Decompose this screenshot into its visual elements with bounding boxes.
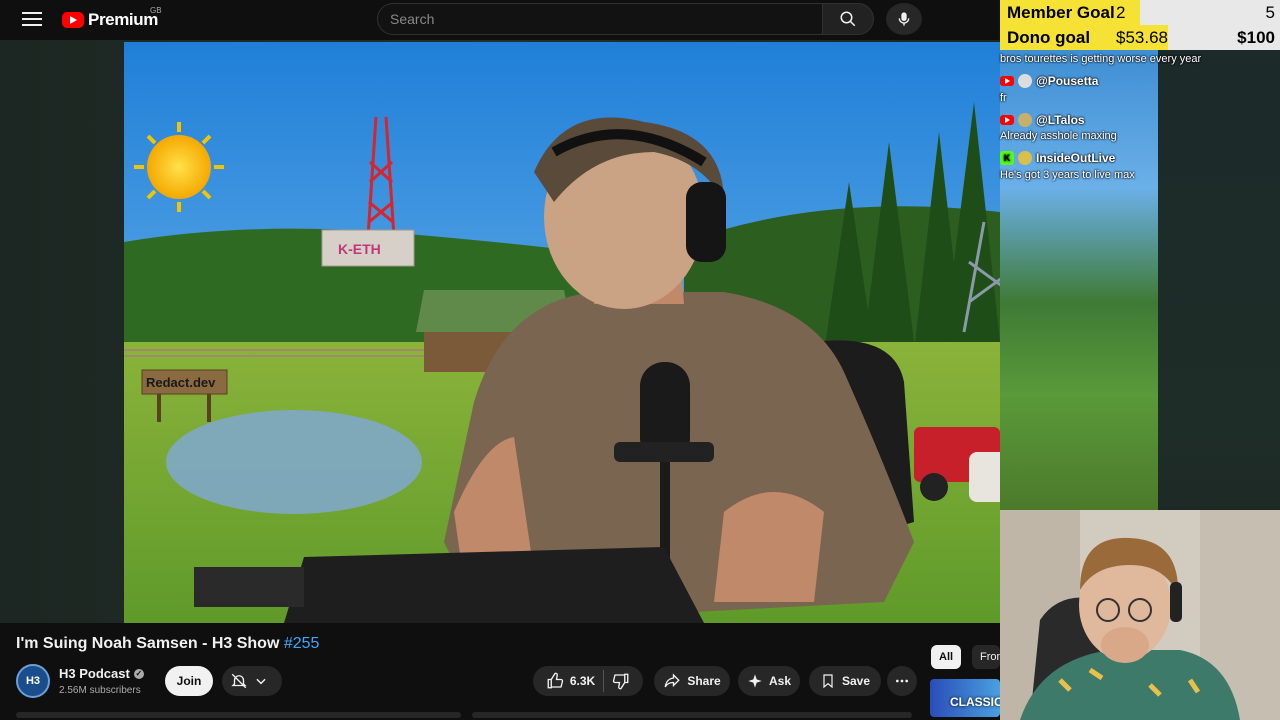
- member-goal-bar: Member Goal 2 5: [1000, 0, 1280, 25]
- save-button[interactable]: Save: [809, 666, 881, 696]
- member-goal-target: 5: [1265, 2, 1275, 22]
- dono-goal-label: Dono goal: [1007, 27, 1091, 47]
- channel-name-row[interactable]: H3 Podcast ✓: [59, 666, 144, 681]
- ask-label: Ask: [768, 674, 791, 688]
- youtube-icon: [1000, 76, 1014, 86]
- subscriber-count: 2.56M subscribers: [59, 685, 141, 696]
- video-frame: K-ETH Redact.dev: [124, 42, 1000, 623]
- channel-name[interactable]: H3 Podcast: [59, 666, 130, 681]
- webcam-frame: [1000, 510, 1280, 720]
- chat-username-row: @LTalos: [1000, 113, 1085, 127]
- video-hashtag-link[interactable]: #255: [284, 635, 320, 652]
- video-title-text: I'm Suing Noah Samsen - H3 Show: [16, 635, 280, 652]
- search-icon: [840, 11, 856, 27]
- chat-message: fr: [1000, 92, 1007, 104]
- chat-username: @Pousetta: [1036, 74, 1099, 88]
- thumbnail-text: CLASSIC: [950, 695, 1000, 709]
- youtube-icon: [1000, 115, 1014, 125]
- share-button[interactable]: Share: [654, 666, 730, 696]
- chevron-down-icon: [256, 678, 266, 685]
- video-player[interactable]: K-ETH Redact.dev: [124, 42, 1000, 623]
- like-dislike-group: 6.3K: [533, 666, 643, 696]
- member-goal-label: Member Goal: [1007, 2, 1115, 22]
- avatar: [1018, 151, 1032, 165]
- dono-goal-bar: Dono goal $53.68 $100: [1000, 25, 1280, 50]
- chip-from[interactable]: From: [972, 645, 1000, 669]
- video-title: I'm Suing Noah Samsen - H3 Show #255: [16, 635, 319, 653]
- recommended-video-thumbnail[interactable]: CLASSIC: [930, 679, 1000, 717]
- more-horizontal-icon: [896, 679, 908, 683]
- station-sign-text: K-ETH: [338, 241, 381, 257]
- bell-off-icon: [231, 673, 247, 689]
- chat-username: @LTalos: [1036, 113, 1085, 127]
- kick-icon: K: [1000, 151, 1014, 165]
- chat-username-row: K InsideOutLive: [1000, 151, 1115, 165]
- share-icon: [664, 673, 681, 688]
- chat-message: He's got 3 years to live max: [1000, 169, 1135, 181]
- search-button[interactable]: [822, 3, 874, 35]
- youtube-premium-logo[interactable]: Premium: [62, 8, 158, 32]
- divider: [603, 670, 605, 692]
- verified-badge-icon: ✓: [133, 668, 144, 679]
- description-placeholder-bar: [16, 712, 461, 718]
- member-goal-current: 2: [1116, 2, 1126, 22]
- chat-message: Already asshole maxing: [1000, 130, 1117, 142]
- thumbs-up-icon[interactable]: [546, 672, 564, 690]
- dono-goal-current: $53.68: [1116, 27, 1168, 47]
- ask-button[interactable]: Ask: [738, 666, 800, 696]
- channel-avatar[interactable]: H3: [16, 664, 50, 698]
- notification-bell-button[interactable]: [222, 666, 282, 696]
- streamer-webcam: [1000, 510, 1280, 720]
- avatar: [1018, 113, 1032, 127]
- voice-search-button[interactable]: [886, 3, 922, 35]
- search-input[interactable]: [378, 4, 822, 34]
- chat-message: bros tourettes is getting worse every ye…: [1000, 53, 1202, 65]
- chat-username: InsideOutLive: [1036, 151, 1116, 165]
- region-label: GB: [150, 6, 162, 15]
- goal-overlay: Member Goal 2 5 Dono goal $53.68 $100: [1000, 0, 1280, 50]
- chip-all[interactable]: All: [931, 645, 962, 669]
- logo-text: Premium: [88, 10, 158, 29]
- thumbs-down-icon[interactable]: [612, 672, 630, 690]
- scene-sign-text: Redact.dev: [146, 375, 216, 390]
- like-count[interactable]: 6.3K: [570, 674, 595, 688]
- sparkle-icon: [748, 674, 762, 688]
- top-bar: Premium GB: [0, 0, 1000, 40]
- microphone-icon: [898, 12, 910, 26]
- more-actions-button[interactable]: [887, 666, 917, 696]
- dono-goal-target: $100: [1237, 27, 1275, 47]
- description-placeholder-bar: [472, 712, 912, 718]
- youtube-play-icon: [62, 12, 84, 28]
- search-box: [377, 3, 822, 35]
- share-label: Share: [687, 674, 721, 688]
- join-button[interactable]: Join: [165, 666, 213, 696]
- chat-username-row: @Pousetta: [1000, 74, 1098, 88]
- bookmark-icon: [823, 674, 833, 689]
- hamburger-menu-icon[interactable]: [20, 8, 44, 32]
- save-label: Save: [841, 674, 871, 688]
- avatar: [1018, 74, 1032, 88]
